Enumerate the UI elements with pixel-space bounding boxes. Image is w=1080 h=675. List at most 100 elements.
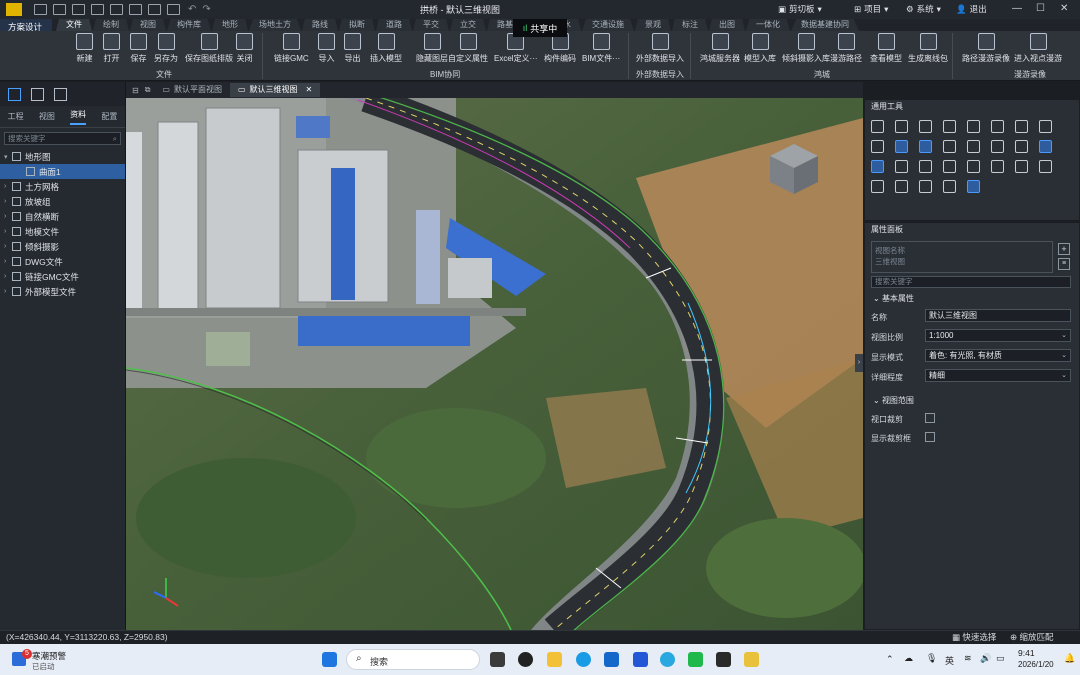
roam-button-0[interactable]: 路径漫游录像 <box>962 33 1010 64</box>
clock-date[interactable]: 2026/1/20 <box>1018 660 1054 669</box>
expand-toggle-icon[interactable]: › <box>4 213 12 220</box>
tree-item[interactable]: › 放坡组 <box>0 194 125 209</box>
bim-button-1[interactable]: 导入 <box>318 33 335 64</box>
hongcheng-button-4[interactable]: 查看模型 <box>870 33 902 64</box>
tree-item[interactable]: › 链接GMC文件 <box>0 269 125 284</box>
tree-item[interactable]: › 土方网格 <box>0 179 125 194</box>
weather-widget[interactable]: 5 寒潮预警 已启动 <box>8 649 78 671</box>
left-tab[interactable]: 配置 <box>101 111 117 122</box>
window-icon[interactable]: ⧉ <box>145 85 151 95</box>
roam-button-1[interactable]: 进入视点漫游 <box>1014 33 1062 64</box>
ime-indicator[interactable]: 英 <box>945 654 954 667</box>
prop-detail-select[interactable]: 精细 ⌄ <box>925 369 1071 382</box>
panel-layout-icon[interactable] <box>8 87 21 101</box>
ribbon-tab[interactable]: 道路 <box>376 19 412 31</box>
undo-icon[interactable]: ↶ <box>188 4 196 15</box>
wifi-icon[interactable]: ≋ <box>964 653 972 664</box>
ribbon-tab[interactable]: 出图 <box>709 19 745 31</box>
ribbon-tab[interactable]: 绘制 <box>93 19 129 31</box>
grid-select-icon[interactable] <box>871 160 884 173</box>
taskbar-search[interactable]: ⌕ 搜索 <box>346 649 480 670</box>
rotate-icon[interactable] <box>943 120 956 133</box>
basic-section-header[interactable]: ⌄ 基本属性 <box>873 293 914 304</box>
clipboard-menu[interactable]: ▣ 剪切板 ▾ <box>778 3 822 15</box>
range-section-header[interactable]: ⌄ 视图范围 <box>873 395 914 406</box>
crop-show-checkbox[interactable] <box>925 432 935 442</box>
view-selector[interactable]: 视图名称 三维视图 <box>871 241 1053 273</box>
tree-item[interactable]: › 外部模型文件 <box>0 284 125 299</box>
open-quick-icon[interactable] <box>53 4 66 15</box>
tree-item[interactable]: › 倾斜摄影 <box>0 239 125 254</box>
bim-button-0[interactable]: 链接GMC <box>274 33 309 64</box>
chamfer-icon[interactable] <box>967 140 980 153</box>
print-quick-icon[interactable] <box>129 4 142 15</box>
clock-time[interactable]: 9:41 <box>1018 648 1035 658</box>
hongcheng-button-1[interactable]: 模型入库 <box>744 33 776 64</box>
square-icon[interactable] <box>895 180 908 193</box>
split-icon[interactable] <box>1039 120 1052 133</box>
align-icon[interactable] <box>967 120 980 133</box>
notification-icon[interactable]: 🔔 <box>1064 653 1075 664</box>
layers-icon[interactable] <box>919 180 932 193</box>
tray-cloud-icon[interactable]: ☁ <box>904 653 913 664</box>
expand-toggle-icon[interactable]: › <box>4 183 12 190</box>
ribbon-tab[interactable]: 场地土方 <box>249 19 301 31</box>
external-button-0[interactable]: 外部数据导入 <box>636 33 684 64</box>
3d-viewport[interactable]: › <box>126 98 863 630</box>
ribbon-tab[interactable]: 立交 <box>450 19 486 31</box>
ribbon-tab[interactable]: 路线 <box>302 19 338 31</box>
arc-icon[interactable] <box>871 180 884 193</box>
fillet-icon[interactable] <box>943 140 956 153</box>
ribbon-tab[interactable]: 构件库 <box>167 19 211 31</box>
anchor-icon[interactable] <box>967 180 980 193</box>
bim-button-3[interactable]: 插入模型 <box>370 33 402 64</box>
left-search-input[interactable]: 搜索关键字 ⌕ <box>4 132 121 145</box>
explode-icon[interactable] <box>1015 140 1028 153</box>
bim-button-2[interactable]: 导出 <box>344 33 361 64</box>
edge-icon[interactable] <box>576 652 591 667</box>
file-explorer-icon[interactable] <box>547 652 562 667</box>
file-button-5[interactable]: 关闭 <box>236 33 253 64</box>
task-view-icon[interactable] <box>490 652 505 667</box>
left-tab[interactable]: 工程 <box>8 111 24 122</box>
ribbon-tab[interactable]: 平交 <box>413 19 449 31</box>
pin-icon[interactable]: ⊟ <box>132 86 139 95</box>
ribbon-tab[interactable]: 文件 <box>56 19 92 31</box>
store-icon[interactable] <box>604 652 619 667</box>
tree-item[interactable]: › 自然横断 <box>0 209 125 224</box>
pen-icon[interactable] <box>991 160 1004 173</box>
tray-expand-icon[interactable]: ⌃ <box>886 654 894 665</box>
zoom-fit-button[interactable]: ⊕ 缩放匹配 <box>1010 631 1054 644</box>
ribbon-tab[interactable]: 视图 <box>130 19 166 31</box>
hongcheng-button-3[interactable]: 漫游路径 <box>830 33 862 64</box>
bim-button-8[interactable]: BIM文件··· <box>582 33 620 64</box>
close-button[interactable]: ✕ <box>1060 3 1068 14</box>
file-button-0[interactable]: 新建 <box>76 33 93 64</box>
ribbon-tab[interactable]: 标注 <box>672 19 708 31</box>
ribbon-tab[interactable]: 交通设施 <box>582 19 634 31</box>
active-app-icon[interactable] <box>744 652 759 667</box>
ribbon-tab[interactable]: 一体化 <box>746 19 790 31</box>
file-button-2[interactable]: 保存 <box>130 33 147 64</box>
hongcheng-button-0[interactable]: 鸿城服务器 <box>700 33 740 64</box>
extend-icon[interactable] <box>1015 120 1028 133</box>
file-button-4[interactable]: 保存图纸排版 <box>185 33 233 64</box>
file-button-1[interactable]: 打开 <box>103 33 120 64</box>
list-view-button[interactable]: ≡ <box>1058 258 1070 270</box>
bim-button-7[interactable]: 构件编码 <box>544 33 576 64</box>
prop-scale-select[interactable]: 1:1000 ⌄ <box>925 329 1071 342</box>
scale-icon[interactable] <box>991 140 1004 153</box>
ribbon-tab[interactable]: 地形 <box>212 19 248 31</box>
tab-plan-view[interactable]: ▭ 默认平面视图 <box>154 83 230 97</box>
hongcheng-button-2[interactable]: 倾斜摄影入库 <box>782 33 830 64</box>
view-quick-icon[interactable] <box>167 4 180 15</box>
print-icon[interactable] <box>871 140 884 153</box>
microphone-icon[interactable]: 🎙 <box>926 653 937 664</box>
share-status-badge[interactable]: ıl 共享中 <box>513 19 567 37</box>
app-icon-dark[interactable] <box>716 652 731 667</box>
pipe-icon[interactable] <box>1039 140 1052 153</box>
close-tab-icon[interactable]: ✕ <box>306 83 313 97</box>
ribbon-tab[interactable]: 拟断 <box>339 19 375 31</box>
prop-name-field[interactable]: 默认三维视图 <box>925 309 1071 322</box>
panel-split-icon[interactable] <box>31 87 44 101</box>
